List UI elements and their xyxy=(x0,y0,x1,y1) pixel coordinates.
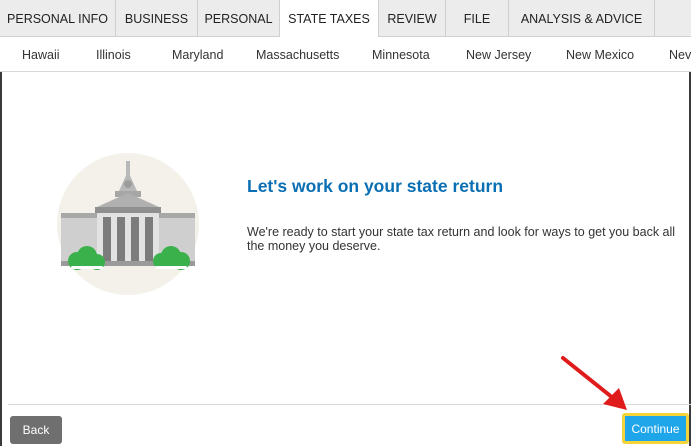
main-tabs: PERSONAL INFO BUSINESS PERSONAL STATE TA… xyxy=(0,0,691,38)
state-tab-new-mexico[interactable]: New Mexico xyxy=(566,48,634,62)
tab-state-taxes[interactable]: STATE TAXES xyxy=(280,0,379,38)
tab-business[interactable]: BUSINESS xyxy=(116,0,198,37)
state-tab-hawaii[interactable]: Hawaii xyxy=(22,48,60,62)
state-tab-maryland[interactable]: Maryland xyxy=(172,48,223,62)
tab-personal[interactable]: PERSONAL xyxy=(198,0,280,37)
page-title: Let's work on your state return xyxy=(247,176,504,196)
state-tab-minnesota[interactable]: Minnesota xyxy=(372,48,430,62)
state-capitol-building-icon xyxy=(57,153,199,295)
tab-analysis-advice[interactable]: ANALYSIS & ADVICE xyxy=(509,0,655,37)
state-tab-nev[interactable]: Nev xyxy=(669,48,691,62)
tab-personal-info[interactable]: PERSONAL INFO xyxy=(0,0,116,37)
page-description: We're ready to start your state tax retu… xyxy=(247,225,676,253)
tab-spacer xyxy=(655,0,691,37)
tab-review[interactable]: REVIEW xyxy=(379,0,446,37)
red-arrow-annotation xyxy=(561,356,627,410)
back-button[interactable]: Back xyxy=(10,416,62,444)
state-tabs: Hawaii Illinois Maryland Massachusetts M… xyxy=(0,37,691,72)
state-tab-massachusetts[interactable]: Massachusetts xyxy=(256,48,339,62)
continue-button[interactable]: Continue xyxy=(622,413,689,444)
tab-file[interactable]: FILE xyxy=(446,0,509,37)
state-tab-illinois[interactable]: Illinois xyxy=(96,48,131,62)
state-tab-new-jersey[interactable]: New Jersey xyxy=(466,48,531,62)
